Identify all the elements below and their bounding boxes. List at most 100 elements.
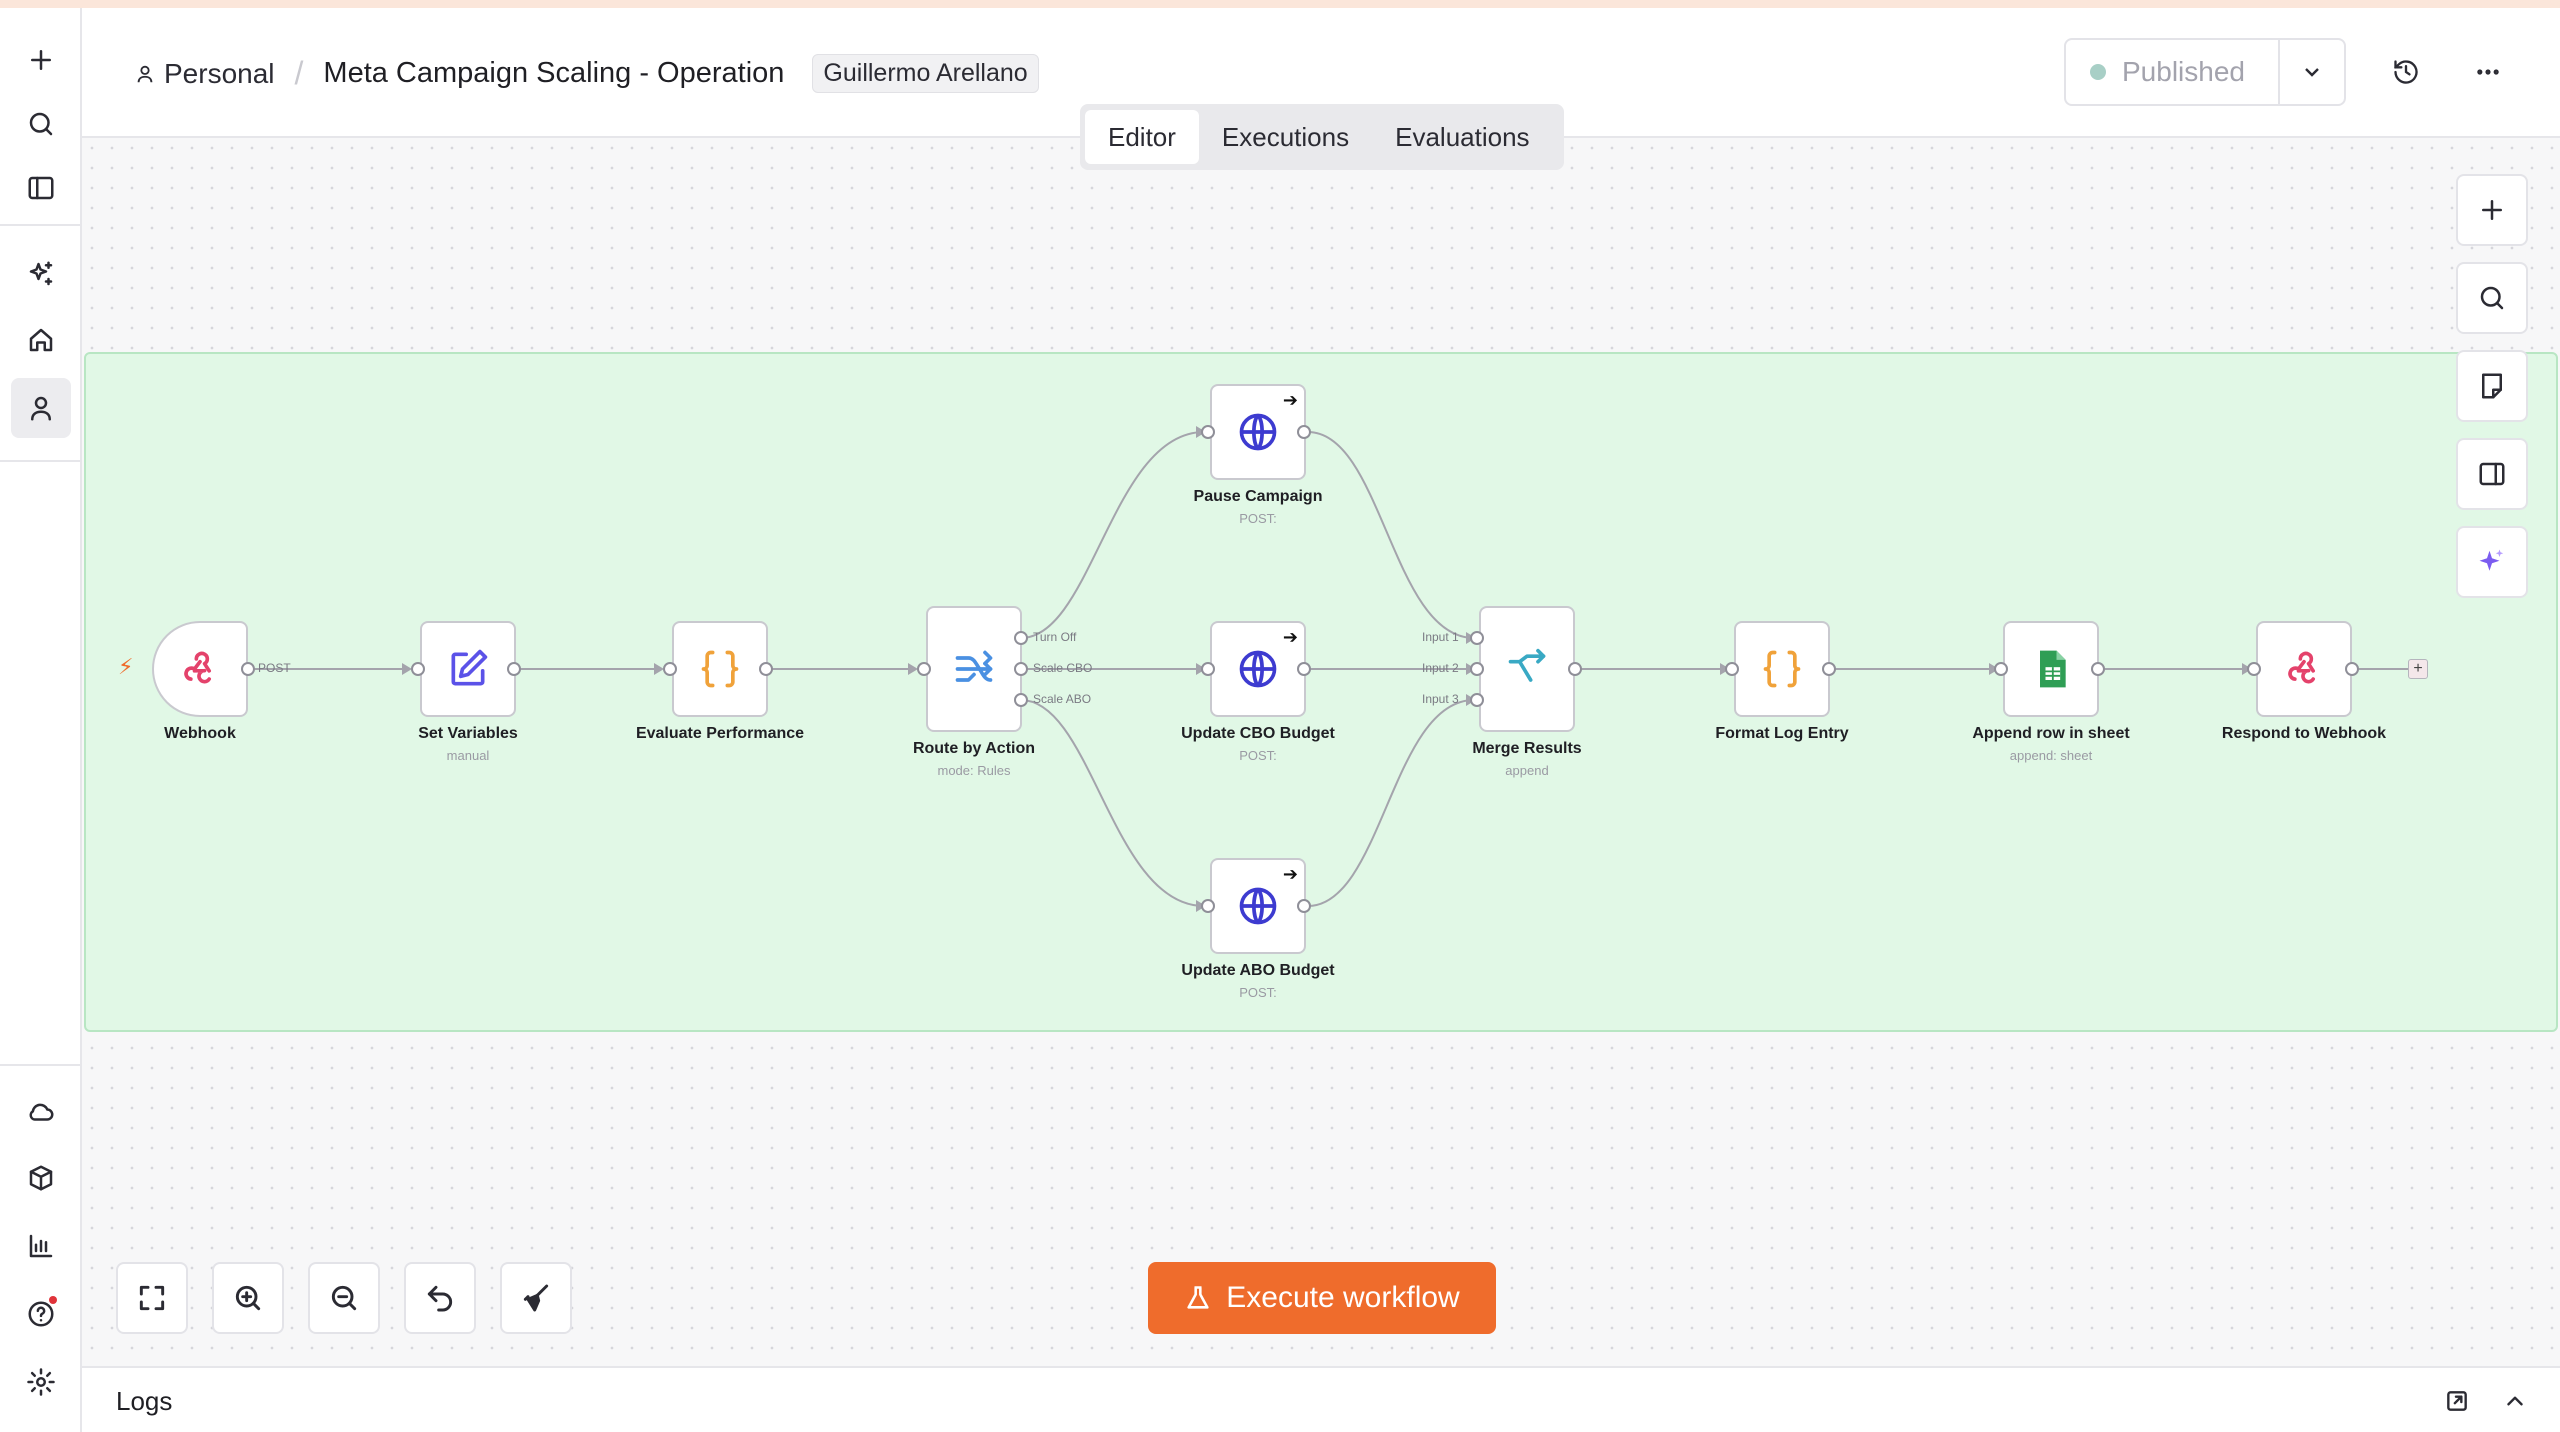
personal-button[interactable] [11, 378, 71, 438]
node-format-log-entry[interactable] [1734, 621, 1830, 717]
node-append-row-in-sheet[interactable] [2003, 621, 2099, 717]
node-respond-to-webhook[interactable] [2256, 621, 2352, 717]
webhook-icon [184, 651, 211, 684]
output-port[interactable] [2345, 662, 2359, 676]
node-merge-results[interactable] [1479, 606, 1575, 732]
connection-route-pause [1020, 431, 1205, 639]
node-route-by-action[interactable] [926, 606, 1022, 732]
rail-divider [0, 224, 82, 226]
output-label: Turn Off [1033, 630, 1077, 644]
gear-icon [27, 1368, 55, 1396]
output-port[interactable] [1297, 425, 1311, 439]
node-label: Set Variables [418, 725, 518, 742]
rail-divider [0, 1064, 82, 1066]
output-port-scale-abo[interactable] [1014, 693, 1028, 707]
node-set-variables[interactable] [420, 621, 516, 717]
input-port[interactable] [663, 662, 677, 676]
tidy-up-button[interactable] [500, 1262, 572, 1334]
output-port[interactable] [759, 662, 773, 676]
more-options-button[interactable] [2468, 52, 2508, 92]
logs-panel[interactable]: Logs [82, 1366, 2560, 1432]
globe-icon [1239, 887, 1277, 925]
view-tabs: Editor Executions Evaluations [1080, 104, 1564, 170]
publish-button[interactable]: Published [2066, 40, 2280, 104]
top-accent-line [0, 0, 2560, 8]
node-label: Update CBO Budget [1181, 725, 1335, 742]
switch-icon [955, 650, 993, 682]
tab-evaluations[interactable]: Evaluations [1372, 110, 1552, 164]
ai-builder-button[interactable] [2456, 526, 2528, 598]
cloud-button[interactable] [11, 1082, 71, 1142]
input-port[interactable] [411, 662, 425, 676]
undo-icon [427, 1285, 453, 1312]
insights-button[interactable] [11, 1216, 71, 1276]
output-port[interactable] [1297, 899, 1311, 913]
output-port[interactable] [1297, 662, 1311, 676]
node-subtitle: mode: Rules [937, 763, 1011, 778]
project-link[interactable]: Personal [164, 58, 275, 90]
owner-tag[interactable]: Guillermo Arellano [812, 54, 1039, 93]
execute-workflow-button[interactable]: Execute workflow [1148, 1262, 1496, 1334]
search-icon [2480, 286, 2504, 310]
input-port[interactable] [1201, 899, 1215, 913]
node-update-abo-budget[interactable]: ➔ [1210, 858, 1306, 954]
input-port-3[interactable] [1470, 693, 1484, 707]
node-subtitle: POST: [1239, 985, 1277, 1000]
workflow-canvas[interactable]: ⚡ POST Webhook Set Variables manual Eval… [82, 138, 2560, 1366]
logs-expand-button[interactable] [2500, 1386, 2530, 1416]
node-subtitle: POST: [1239, 748, 1277, 763]
publish-dropdown-button[interactable] [2280, 40, 2344, 104]
add-button[interactable] [11, 30, 71, 90]
workflow-name[interactable]: Meta Campaign Scaling - Operation [323, 57, 784, 90]
zoom-out-button[interactable] [308, 1262, 380, 1334]
output-port[interactable] [507, 662, 521, 676]
add-node-panel-button[interactable] [2456, 174, 2528, 246]
search-nodes-button[interactable] [2456, 262, 2528, 334]
fit-view-button[interactable] [116, 1262, 188, 1334]
toggle-sidebar-button[interactable] [11, 158, 71, 218]
node-evaluate-performance[interactable] [672, 621, 768, 717]
toggle-panel-button[interactable] [2456, 438, 2528, 510]
input-port[interactable] [917, 662, 931, 676]
node-label: Route by Action [912, 740, 1036, 757]
undo-button[interactable] [404, 1262, 476, 1334]
input-port[interactable] [1201, 662, 1215, 676]
ai-sparkle-icon [2479, 549, 2504, 571]
globe-icon [1239, 413, 1277, 451]
tab-executions[interactable]: Executions [1199, 110, 1372, 164]
output-label: Scale ABO [1033, 692, 1092, 706]
input-label: Input 1 [1422, 630, 1459, 644]
ai-assistant-button[interactable] [11, 244, 71, 304]
templates-button[interactable] [11, 1148, 71, 1208]
add-sticky-button[interactable] [2456, 350, 2528, 422]
output-port[interactable] [1822, 662, 1836, 676]
flask-icon [1187, 1286, 1209, 1309]
globe-icon [1239, 650, 1277, 688]
search-button[interactable] [11, 94, 71, 154]
input-port[interactable] [1725, 662, 1739, 676]
input-port[interactable] [1201, 425, 1215, 439]
input-port[interactable] [2247, 662, 2261, 676]
history-icon [2394, 60, 2418, 84]
node-pause-campaign[interactable]: ➔ [1210, 384, 1306, 480]
help-button[interactable] [11, 1284, 71, 1344]
node-update-cbo-budget[interactable]: ➔ [1210, 621, 1306, 717]
tab-editor[interactable]: Editor [1085, 110, 1199, 164]
edge-label: POST [258, 661, 291, 675]
publish-status: Published [2122, 56, 2245, 87]
add-node-button[interactable]: + [2408, 659, 2428, 679]
output-port[interactable] [1568, 662, 1582, 676]
settings-button[interactable] [11, 1352, 71, 1412]
input-port[interactable] [1994, 662, 2008, 676]
input-port-2[interactable] [1470, 662, 1484, 676]
home-button[interactable] [11, 310, 71, 370]
output-port[interactable] [2091, 662, 2105, 676]
output-port[interactable] [241, 662, 255, 676]
logs-popout-button[interactable] [2442, 1386, 2472, 1416]
input-port-1[interactable] [1470, 631, 1484, 645]
output-port-scale-cbo[interactable] [1014, 662, 1028, 676]
history-button[interactable] [2386, 52, 2426, 92]
node-webhook[interactable] [152, 621, 248, 717]
output-port-turn-off[interactable] [1014, 631, 1028, 645]
zoom-in-button[interactable] [212, 1262, 284, 1334]
